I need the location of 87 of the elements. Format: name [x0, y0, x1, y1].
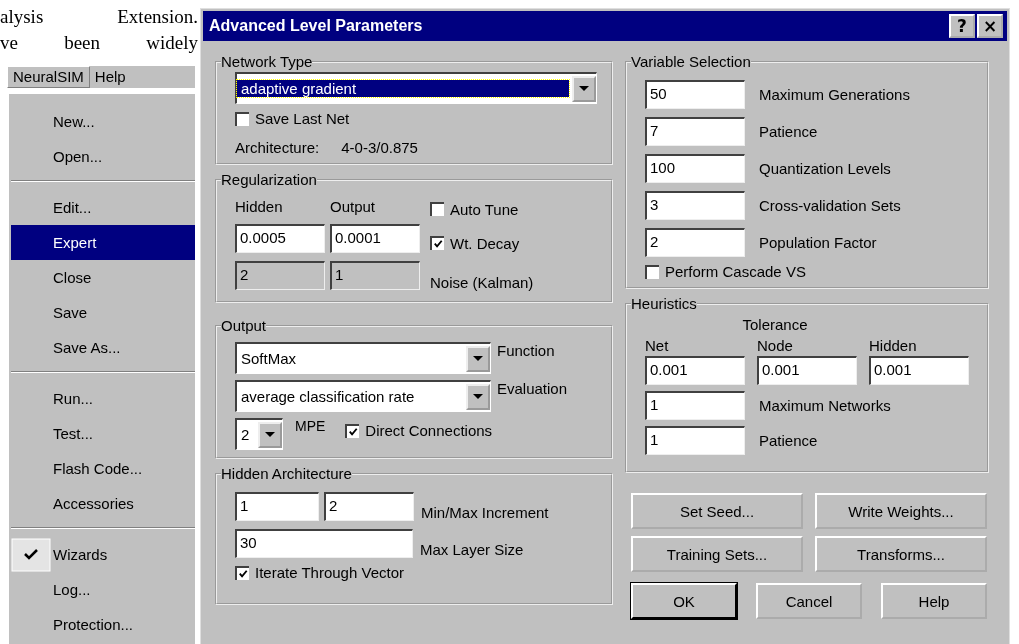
menu-item[interactable]: Flash Code... [11, 451, 195, 486]
menu-item[interactable]: Log... [11, 572, 195, 607]
group-title: Heuristics [631, 295, 697, 312]
column-label: Node [757, 337, 794, 354]
column-label: Net [645, 337, 670, 354]
field-label: MPE [295, 418, 326, 434]
text-field[interactable]: 1 [645, 426, 745, 455]
text-field[interactable]: 3 [645, 191, 745, 220]
checkmark-icon [11, 537, 51, 572]
dialog-button[interactable]: Set Seed... [631, 493, 803, 529]
checkbox-label: Direct Connections [365, 422, 493, 439]
dropdown[interactable]: average classification rate [235, 380, 491, 412]
text-field[interactable]: 0.0005 [235, 223, 325, 253]
field-label: Min/Max Increment [421, 504, 549, 521]
menu-item[interactable]: Wizards [11, 537, 195, 572]
group-title: Regularization [221, 171, 317, 188]
dropdown[interactable]: adaptive gradient [235, 72, 597, 104]
menu-item[interactable]: Edit... [11, 190, 195, 225]
architecture-value: 4-0-3/0.875 [341, 139, 418, 156]
dialog-button[interactable]: Transforms... [815, 536, 987, 572]
document-text: ve been widely [0, 31, 198, 55]
checkbox[interactable] [430, 202, 444, 216]
dialog-button[interactable]: Training Sets... [631, 536, 803, 572]
group-title: Variable Selection [631, 53, 751, 70]
text-field[interactable]: 7 [645, 117, 745, 146]
text-field[interactable]: 0.001 [757, 356, 857, 385]
help-button[interactable]: ? [949, 14, 975, 38]
menu-item[interactable]: Run... [11, 381, 195, 416]
checkbox-label: Perform Cascade VS [665, 263, 806, 280]
field-label: Architecture: [235, 139, 320, 156]
column-label: Tolerance [742, 316, 808, 333]
text-field[interactable]: 30 [235, 529, 413, 558]
field-label: Function [497, 342, 555, 359]
group-title: Output [221, 317, 267, 334]
text-field[interactable]: 100 [645, 154, 745, 183]
field-label: Max Layer Size [420, 541, 524, 558]
checkbox-label: Save Last Net [255, 110, 350, 127]
checkbox-label: Iterate Through Vector [255, 564, 404, 581]
field-label: Cross-validation Sets [759, 197, 901, 214]
checkbox[interactable] [235, 111, 249, 126]
field-label: Evaluation [497, 380, 568, 397]
text-field[interactable]: 2 [324, 492, 414, 521]
text-field[interactable]: 0.0001 [330, 223, 420, 253]
field-label: Maximum Generations [759, 86, 910, 103]
column-label: Hidden [235, 198, 284, 216]
menu-item[interactable]: Close [11, 260, 195, 295]
text-field[interactable]: 0.001 [645, 356, 745, 385]
group-title: Network Type [221, 53, 313, 70]
menu-item[interactable]: New... [11, 104, 195, 139]
dropdown[interactable]: 2 [235, 418, 283, 450]
menu-item[interactable]: Save [11, 295, 195, 330]
field-label: Population Factor [759, 234, 877, 251]
close-button[interactable]: × [977, 14, 1003, 38]
checkbox-label: Wt. Decay [450, 234, 520, 252]
checkbox-label: Auto Tune [450, 200, 519, 218]
menu-bar-item[interactable]: NeuralSIM [7, 66, 90, 88]
group-title: Hidden Architecture [221, 465, 352, 482]
checkbox[interactable] [345, 423, 360, 438]
menu-item[interactable]: Open... [11, 139, 195, 174]
menu-bar-item[interactable]: Help [89, 66, 131, 88]
field-label: Patience [759, 123, 818, 140]
text-field[interactable]: 1 [235, 492, 319, 521]
document-text: alysis Extension. [0, 5, 198, 29]
menu-item[interactable]: Expert [11, 225, 195, 260]
field-label: Noise (Kalman) [430, 274, 534, 291]
field-label: Patience [759, 432, 818, 449]
checkbox[interactable] [430, 236, 444, 250]
text-field[interactable]: 0.001 [869, 356, 969, 385]
field-label: Maximum Networks [759, 397, 891, 414]
checkbox[interactable] [645, 264, 659, 279]
window-title: Advanced Level Parameters [209, 17, 423, 35]
dialog-button[interactable]: Help [881, 583, 987, 619]
menu-item[interactable]: Save As... [11, 330, 195, 365]
dropdown[interactable]: SoftMax [235, 342, 491, 374]
text-field[interactable]: 1 [645, 391, 745, 420]
text-field[interactable]: 50 [645, 80, 745, 109]
column-label: Hidden [869, 337, 918, 354]
checkbox[interactable] [235, 565, 249, 580]
dialog-button[interactable]: Cancel [756, 583, 862, 619]
menu-item[interactable]: Accessories [11, 486, 195, 521]
text-field[interactable]: 2 [645, 228, 745, 257]
dialog-button[interactable]: OK [631, 583, 737, 619]
menu-item[interactable]: Protection... [11, 607, 195, 642]
field-label: Quantization Levels [759, 160, 891, 177]
menu-item[interactable]: Test... [11, 416, 195, 451]
column-label: Output [330, 198, 377, 216]
dialog-button[interactable]: Write Weights... [815, 493, 987, 529]
